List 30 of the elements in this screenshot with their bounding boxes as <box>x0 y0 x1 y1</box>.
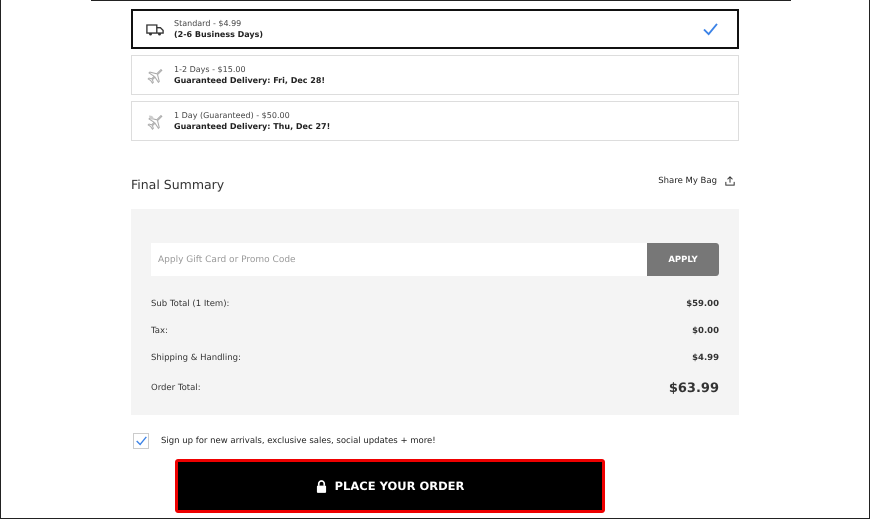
summary-value: $59.00 <box>686 298 719 308</box>
summary-label: Shipping & Handling: <box>151 352 241 362</box>
option-delivery: Guaranteed Delivery: Fri, Dec 28! <box>174 75 326 86</box>
shipping-option[interactable]: 1-2 Days - $15.00 Guaranteed Delivery: Fri, Dec 28! <box>131 55 739 95</box>
share-link[interactable]: Share My Bag <box>658 176 735 186</box>
shipping-option[interactable]: Standard - $4.99 (2-6 Business Days) <box>131 9 739 49</box>
option-price: Standard - $4.99 <box>174 18 242 29</box>
option-delivery: (2-6 Business Days) <box>174 29 264 40</box>
summary-value: $0.00 <box>692 326 719 336</box>
summary-label: Order Total: <box>151 383 201 393</box>
signup-checkbox[interactable] <box>133 433 149 449</box>
option-price: 1-2 Days - $15.00 <box>174 64 247 75</box>
checkmark-icon <box>703 22 718 36</box>
summary-value: $63.99 <box>668 380 719 396</box>
summary-value: $4.99 <box>692 352 719 362</box>
option-delivery: Guaranteed Delivery: Thu, Dec 27! <box>174 121 332 132</box>
option-price: 1 Day (Guaranteed) - $50.00 <box>174 110 291 121</box>
signup-label: Sign up for new arrivals, exclusive sales, social updates + more! <box>161 436 436 446</box>
leaf-airplane-icon <box>146 112 164 130</box>
place-order-button[interactable]: PLACE YOUR ORDER <box>175 459 605 513</box>
promo-code-field[interactable]: Apply Gift Card or Promo Code <box>151 243 647 276</box>
truck-icon <box>146 22 164 36</box>
shipping-option[interactable]: 1 Day (Guaranteed) - $50.00 Guaranteed Delivery: Thu, Dec 27! <box>131 101 739 141</box>
section-title: Final Summary <box>131 176 224 192</box>
airplane-icon <box>146 66 164 84</box>
share-icon <box>725 176 735 186</box>
apply-button[interactable]: APPLY <box>647 243 719 276</box>
summary-label: Sub Total (1 Item): <box>151 298 230 308</box>
lock-icon <box>316 480 327 492</box>
summary-label: Tax: <box>151 326 168 336</box>
